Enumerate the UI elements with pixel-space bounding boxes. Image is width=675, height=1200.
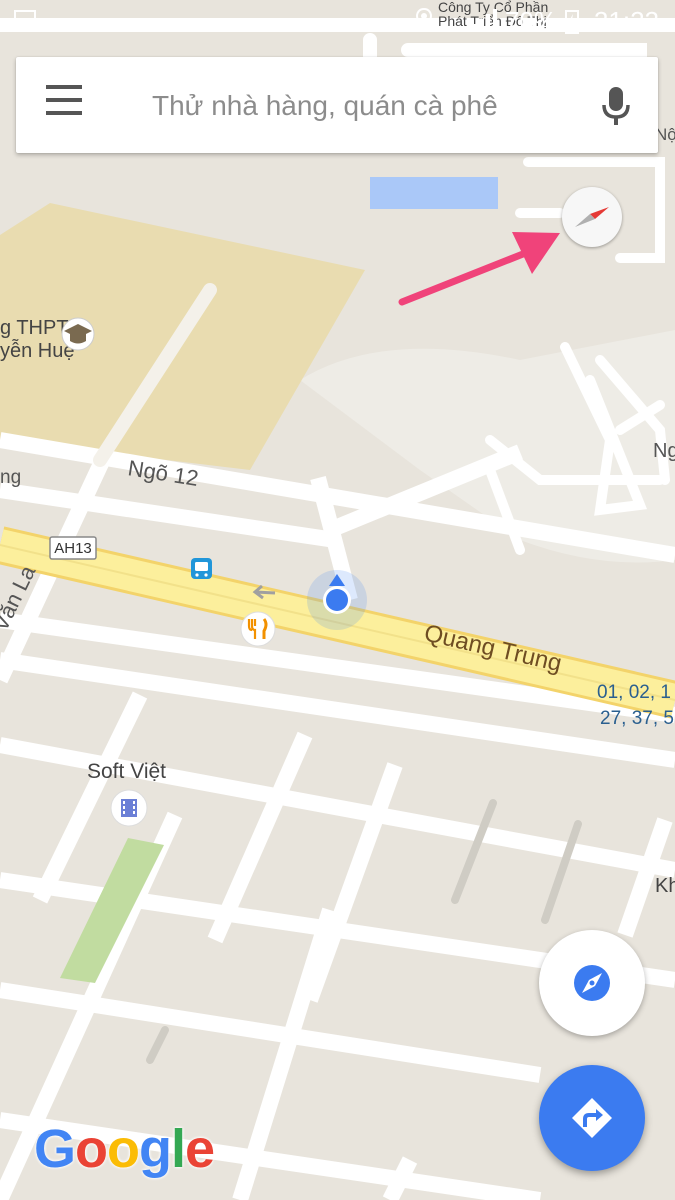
label-soft-viet: Soft Việt — [87, 760, 166, 783]
search-input[interactable] — [150, 77, 574, 135]
signal-icon — [472, 9, 497, 30]
logo-letter: o — [75, 1119, 108, 1179]
label-edge-ng-right: Ng — [653, 440, 675, 462]
label-school-line-2: yễn Huệ — [0, 339, 75, 362]
film-icon[interactable] — [110, 789, 148, 827]
explore-compass-icon[interactable] — [539, 930, 645, 1036]
label-edge-kh: Kh — [655, 875, 675, 897]
label-edge-no: Nộ — [655, 125, 675, 144]
svg-text:AH13: AH13 — [54, 540, 92, 557]
route-shield-ah13: AH13 — [49, 536, 97, 560]
label-bus-routes-line-1: 01, 02, 1 — [597, 682, 671, 703]
compass-needle-icon[interactable] — [562, 187, 622, 247]
my-location-icon — [307, 570, 367, 630]
water-body — [370, 177, 498, 209]
battery-charging-icon — [565, 10, 579, 34]
battery-percent: 70% — [504, 6, 557, 36]
directions-turn-icon[interactable] — [539, 1065, 645, 1171]
status-bar: Công Ty Cổ Phần Phát Triển Đô Thị 70% 21… — [0, 0, 675, 44]
location-status-icon — [416, 8, 432, 32]
graduation-cap-icon[interactable] — [61, 317, 95, 351]
logo-letter: G — [34, 1119, 76, 1179]
bus-stop-icon[interactable] — [191, 558, 212, 579]
label-school-line-1: g THPT — [0, 317, 69, 339]
hamburger-menu-icon[interactable] — [46, 85, 90, 125]
fork-knife-icon[interactable] — [240, 611, 276, 647]
clock: 21:22 — [593, 6, 659, 36]
logo-letter: l — [171, 1119, 186, 1179]
microphone-icon[interactable] — [594, 81, 638, 131]
image-notification-icon — [14, 10, 36, 30]
label-edge-ng-left: ng — [0, 467, 21, 488]
google-logo: Google — [34, 1118, 215, 1180]
logo-letter: o — [107, 1119, 140, 1179]
label-bus-routes-line-2: 27, 37, 5 — [600, 708, 674, 729]
search-bar — [16, 57, 658, 153]
logo-letter: g — [139, 1119, 172, 1179]
logo-letter: e — [185, 1119, 215, 1179]
